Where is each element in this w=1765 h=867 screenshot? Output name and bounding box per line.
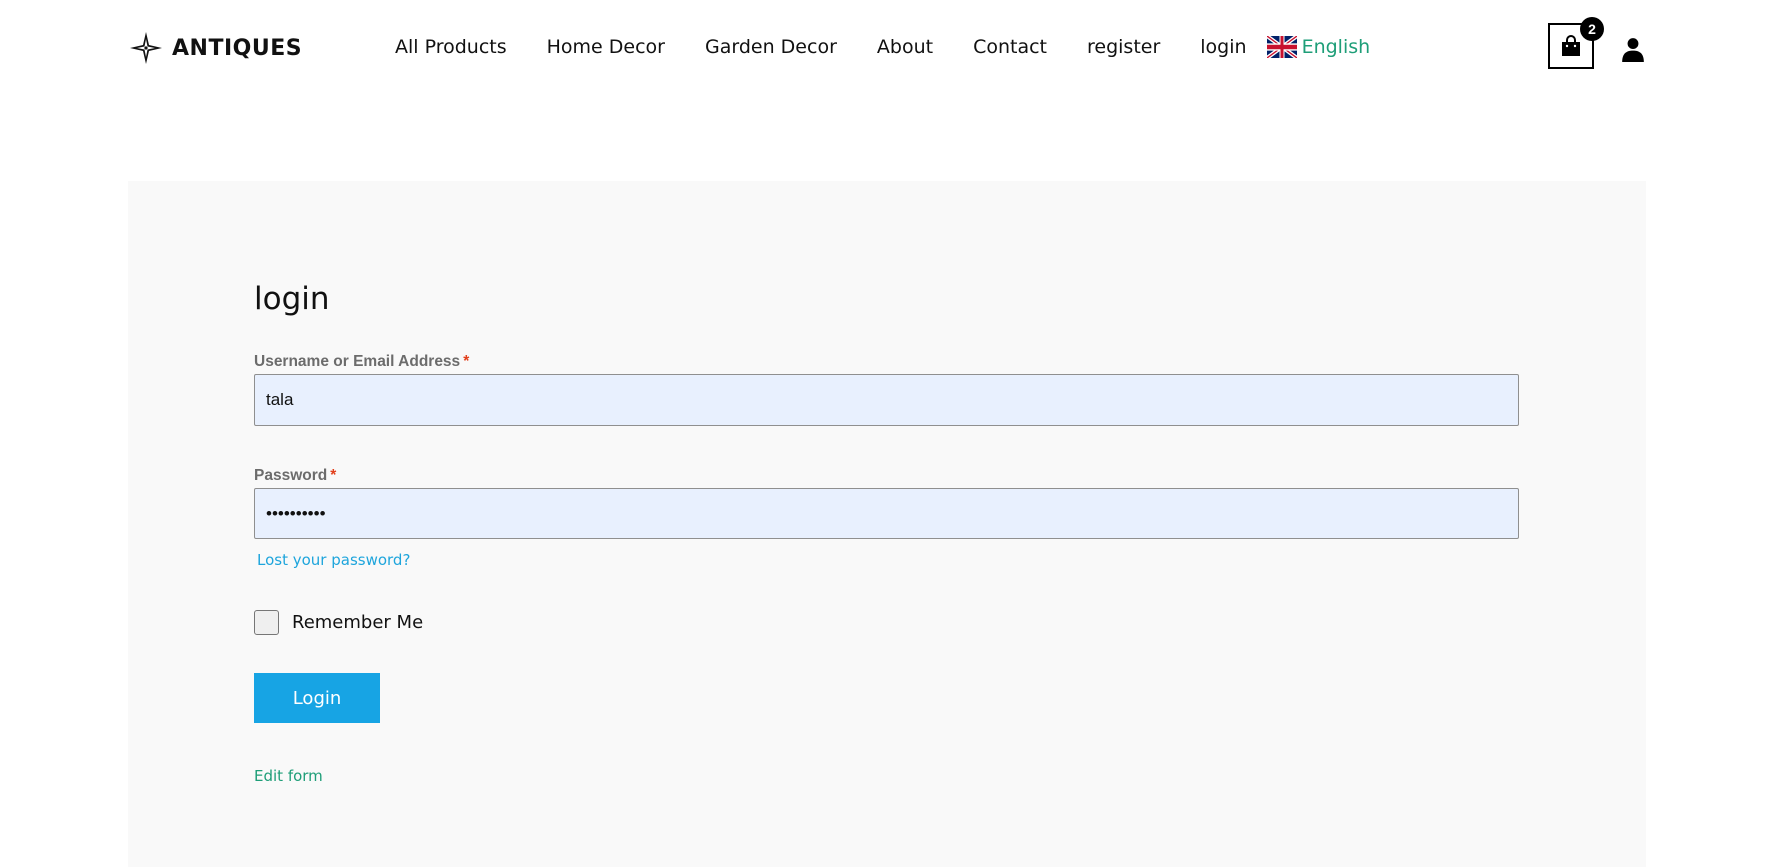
username-input[interactable]: [254, 374, 1519, 426]
language-label: English: [1301, 36, 1371, 58]
site-logo[interactable]: ANTIQUES: [128, 30, 302, 66]
nav-item-register[interactable]: register: [1087, 36, 1160, 58]
site-header: ANTIQUES All Products Home Decor Garden …: [0, 0, 1765, 96]
remember-me-row: Remember Me: [254, 610, 423, 635]
nav-item-login[interactable]: login: [1200, 36, 1246, 58]
password-label-text: Password: [254, 467, 328, 484]
login-button[interactable]: Login: [254, 673, 380, 723]
edit-form-link[interactable]: Edit form: [254, 767, 323, 785]
username-label-text: Username or Email Address: [254, 353, 461, 370]
remember-me-label[interactable]: Remember Me: [292, 612, 423, 633]
brand-name: ANTIQUES: [172, 35, 303, 61]
shopping-bag-icon: [1562, 35, 1580, 56]
nav-item-home-decor[interactable]: Home Decor: [547, 36, 665, 58]
nav-item-all-products[interactable]: All Products: [395, 36, 507, 58]
required-mark: *: [463, 353, 470, 370]
cart-count-badge: 2: [1580, 17, 1604, 41]
nav-item-contact[interactable]: Contact: [973, 36, 1047, 58]
user-icon[interactable]: [1620, 36, 1646, 62]
language-switcher[interactable]: English: [1266, 36, 1371, 58]
nav-item-garden-decor[interactable]: Garden Decor: [705, 36, 837, 58]
username-label: Username or Email Address *: [254, 353, 469, 371]
password-label: Password *: [254, 467, 336, 485]
password-input[interactable]: [254, 488, 1519, 539]
lost-password-link[interactable]: Lost your password?: [257, 551, 410, 569]
nav-item-about[interactable]: About: [877, 36, 933, 58]
form-title: login: [254, 281, 330, 317]
uk-flag-icon: [1266, 36, 1297, 58]
four-point-star-icon: [130, 32, 162, 64]
cart-button[interactable]: 2: [1548, 17, 1604, 69]
main-nav: All Products Home Decor Garden Decor Abo…: [395, 36, 1370, 58]
login-panel: login Username or Email Address* Passwor…: [128, 181, 1646, 867]
remember-me-checkbox[interactable]: [254, 610, 279, 635]
required-mark: *: [330, 467, 337, 484]
